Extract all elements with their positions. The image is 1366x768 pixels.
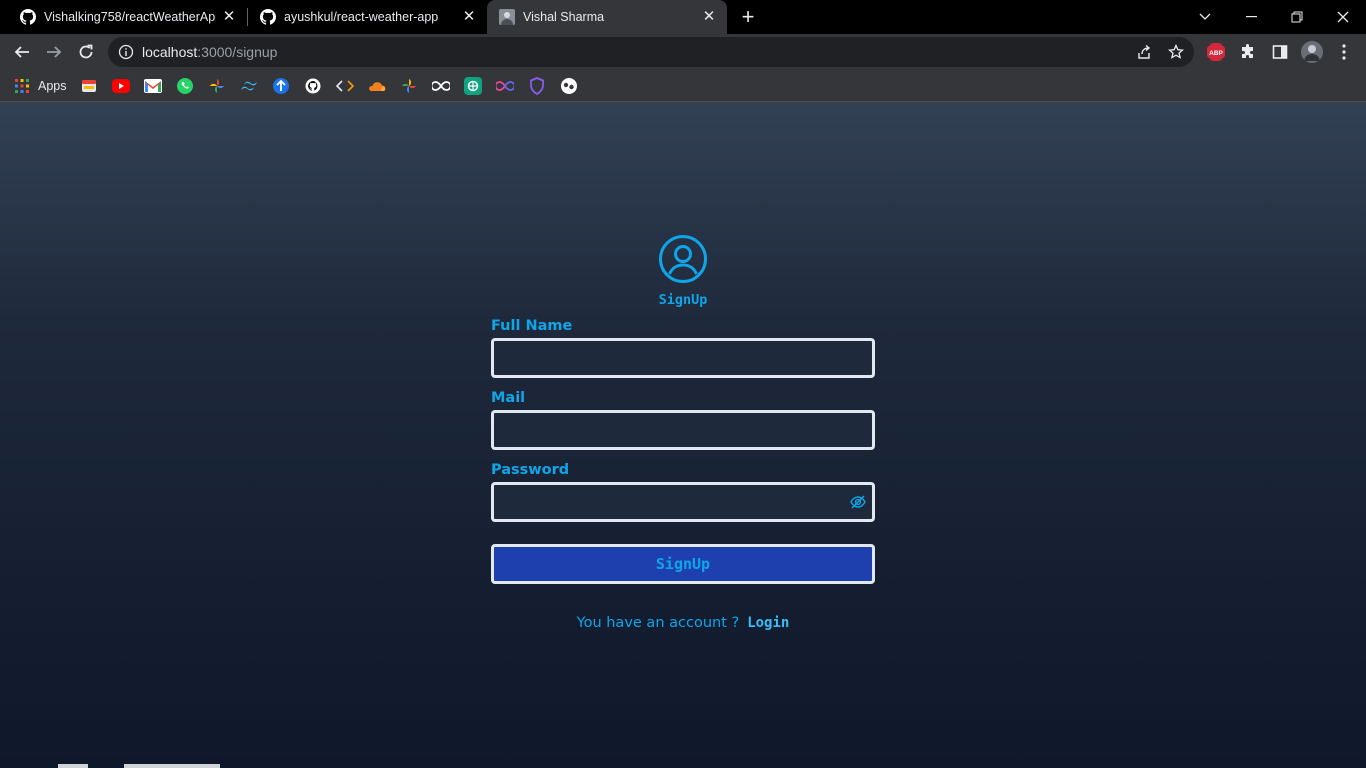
close-icon[interactable]: ✕ <box>221 9 237 25</box>
password-label: Password <box>491 462 570 478</box>
site-info-icon[interactable] <box>118 44 134 60</box>
user-circle-icon <box>658 234 708 284</box>
forward-icon[interactable] <box>40 38 68 66</box>
url-text: localhost:3000/signup <box>142 44 277 60</box>
svg-text:ABP: ABP <box>1209 50 1223 57</box>
pinwheel-icon[interactable] <box>208 77 226 95</box>
loop-icon[interactable] <box>496 77 514 95</box>
tab-1[interactable]: Vishalking758/reactWeatherApp ✕ <box>0 0 247 34</box>
full-name-input[interactable] <box>491 338 875 378</box>
back-icon[interactable] <box>8 38 36 66</box>
new-tab-button[interactable]: + <box>737 6 759 28</box>
share-icon[interactable] <box>1136 44 1152 60</box>
cloud-icon[interactable] <box>560 77 578 95</box>
cloudflare-icon[interactable] <box>368 77 386 95</box>
login-link[interactable]: Login <box>747 615 789 631</box>
code-icon[interactable] <box>336 77 354 95</box>
restore-icon[interactable] <box>1274 0 1320 34</box>
github-icon <box>260 9 276 25</box>
taskbar-edge <box>58 764 88 768</box>
login-prompt: You have an account ? Login <box>491 614 875 632</box>
browser-toolbar: localhost:3000/signup ABP <box>0 34 1366 70</box>
url-path: :3000/signup <box>197 44 278 60</box>
tab-title: Vishal Sharma <box>523 10 605 24</box>
signup-button[interactable]: SignUp <box>491 544 875 584</box>
page-background: SignUp Full Name Mail Password SignUp Yo… <box>0 102 1366 768</box>
youtube-icon[interactable] <box>112 77 130 95</box>
photos-icon[interactable] <box>400 77 418 95</box>
account-question: You have an account ? <box>576 615 740 631</box>
tab-strip: Vishalking758/reactWeatherApp ✕ ayushkul… <box>0 0 1366 34</box>
password-input[interactable] <box>491 482 875 522</box>
apps-grid-icon[interactable] <box>13 77 31 95</box>
bookmarks-bar: Apps <box>0 70 1366 102</box>
url-host: localhost <box>142 44 198 60</box>
shield-icon[interactable] <box>528 77 546 95</box>
profile-avatar[interactable] <box>1298 38 1326 66</box>
close-icon[interactable]: ✕ <box>701 9 717 25</box>
extensions-icon[interactable] <box>1234 38 1262 66</box>
form-title: SignUp <box>658 292 708 308</box>
box-icon[interactable] <box>80 77 98 95</box>
close-icon[interactable]: ✕ <box>461 9 477 25</box>
profile-photo-icon <box>499 9 515 25</box>
whatsapp-icon[interactable] <box>176 77 194 95</box>
tab-3-active[interactable]: Vishal Sharma ✕ <box>487 0 727 34</box>
eye-slash-icon[interactable] <box>849 493 867 511</box>
side-panel-icon[interactable] <box>1266 38 1294 66</box>
upload-icon[interactable] <box>272 77 290 95</box>
infinity-icon[interactable] <box>432 77 450 95</box>
full-name-label: Full Name <box>491 318 573 334</box>
github-icon[interactable] <box>304 77 322 95</box>
minimize-icon[interactable] <box>1228 0 1274 34</box>
apps-label[interactable]: Apps <box>38 77 67 95</box>
tab-title: ayushkul/react-weather-app <box>284 10 439 24</box>
github-icon <box>20 9 36 25</box>
taskbar-edge <box>124 764 220 768</box>
reload-icon[interactable] <box>72 38 100 66</box>
mail-label: Mail <box>491 390 526 406</box>
address-bar[interactable]: localhost:3000/signup <box>108 37 1194 67</box>
close-window-icon[interactable] <box>1320 0 1366 34</box>
tailwind-icon[interactable] <box>240 77 258 95</box>
chatgpt-icon[interactable] <box>464 77 482 95</box>
tab-2[interactable]: ayushkul/react-weather-app ✕ <box>240 0 487 34</box>
gmail-icon[interactable] <box>144 77 162 95</box>
bookmark-star-icon[interactable] <box>1167 43 1185 60</box>
tab-title: Vishalking758/reactWeatherApp <box>44 10 216 24</box>
mail-input[interactable] <box>491 410 875 450</box>
tab-search-icon[interactable] <box>1182 0 1228 34</box>
adblock-icon[interactable]: ABP <box>1202 38 1230 66</box>
menu-kebab-icon[interactable] <box>1330 38 1358 66</box>
